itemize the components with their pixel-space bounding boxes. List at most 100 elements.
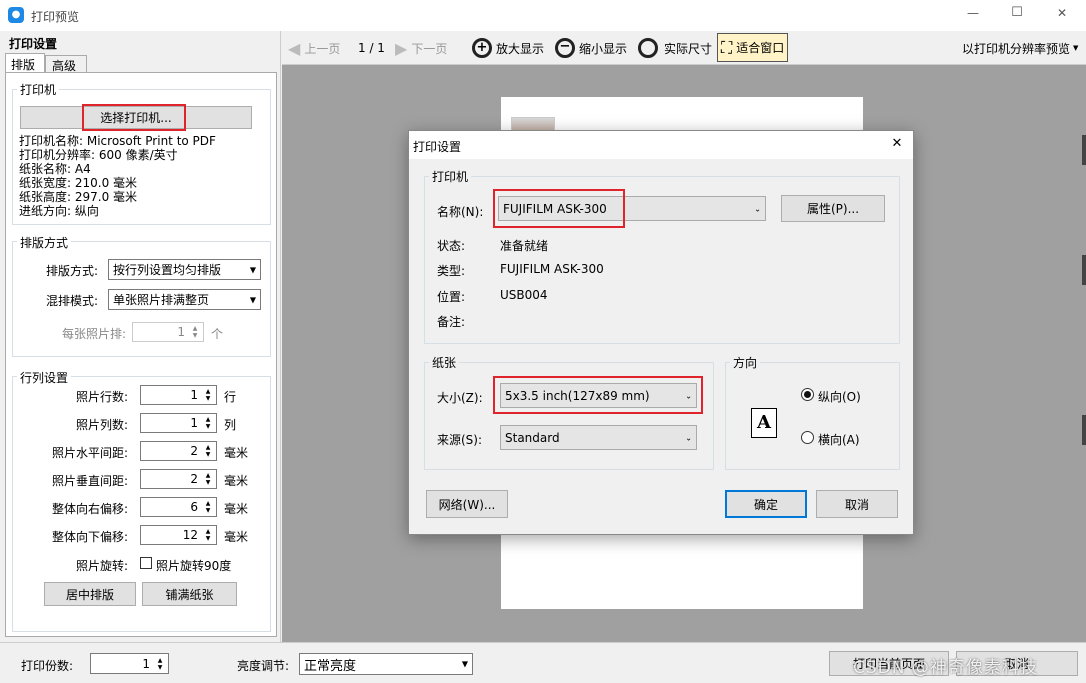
grid-row-spinner[interactable]: 12 ▲ ▼: [140, 525, 217, 545]
zoom-out-label: 缩小显示: [579, 41, 628, 56]
landscape-radio[interactable]: [801, 431, 814, 444]
grid-row-value: 12: [182, 528, 198, 542]
chevron-down-icon: ▼: [461, 659, 468, 669]
zoom-out-button[interactable]: − 缩小显示: [555, 34, 627, 62]
copies-value: 1: [142, 656, 150, 671]
chevron-down-icon: ▼: [249, 265, 256, 274]
grid-row-spinner[interactable]: 1 ▲ ▼: [140, 413, 217, 433]
page-orientation-glyph: A: [757, 412, 771, 433]
select-printer-highlight: [82, 104, 186, 131]
fit-window-button[interactable]: ⛶ 适合窗口: [717, 33, 789, 62]
rotate-checkbox-label: 照片旋转90度: [156, 559, 232, 573]
next-page-label: 下一页: [411, 41, 448, 56]
actual-size-button[interactable]: 实际尺寸: [638, 34, 712, 62]
status-label: 状态:: [437, 239, 466, 253]
magnifier-icon: [638, 38, 658, 58]
tab-layout[interactable]: 排版: [5, 53, 45, 73]
portrait-radio[interactable]: [801, 388, 814, 401]
panel-title: 打印设置: [9, 37, 58, 51]
minimize-button[interactable]: —: [958, 6, 988, 20]
grid-row-spinner[interactable]: 6 ▲ ▼: [140, 497, 217, 517]
paper-width-text: 纸张宽度: 210.0 毫米: [19, 176, 138, 190]
rotate-checkbox[interactable]: [140, 557, 152, 569]
fill-paper-button[interactable]: 铺满纸张: [142, 582, 237, 606]
copies-label: 打印份数:: [21, 659, 74, 673]
comment-label: 备注:: [437, 315, 466, 329]
name-label: 名称(N):: [437, 205, 484, 219]
grid-group-title: 行列设置: [17, 369, 72, 386]
grid-row-label: 照片行数:: [75, 390, 128, 404]
page-orientation-icon: A: [751, 408, 777, 438]
mix-mode-label: 混排模式:: [45, 294, 98, 308]
grid-row-spinner[interactable]: 2 ▲ ▼: [140, 469, 217, 489]
zoom-out-icon: −: [555, 38, 575, 58]
fit-window-icon: ⛶: [721, 37, 733, 57]
chevron-down-icon: ▼: [1073, 44, 1079, 52]
fit-window-label: 适合窗口: [736, 41, 785, 55]
source-label: 来源(S):: [437, 433, 483, 447]
per-sheet-value: 1: [177, 325, 185, 339]
printer-name-highlight: [493, 189, 625, 228]
page-indicator: 1 / 1: [358, 41, 385, 55]
spinner-arrows-icon[interactable]: ▲ ▼: [203, 386, 213, 404]
radio-dot-icon: [804, 391, 811, 398]
mix-mode-select[interactable]: 单张照片排满整页 ▼: [108, 289, 261, 310]
rotate-label: 照片旋转:: [75, 559, 128, 573]
prev-page-label: 上一页: [304, 41, 341, 56]
chevron-down-icon: ⌄: [754, 204, 761, 213]
spinner-arrows-icon[interactable]: ▲ ▼: [190, 323, 200, 341]
printer-group-title: 打印机: [17, 81, 60, 98]
brightness-label: 亮度调节:: [237, 659, 290, 673]
spinner-arrows-icon[interactable]: ▲ ▼: [203, 414, 213, 432]
per-sheet-spinner[interactable]: 1 ▲ ▼: [132, 322, 204, 342]
per-sheet-unit: 个: [211, 327, 224, 341]
brightness-select[interactable]: 正常亮度 ▼: [299, 653, 473, 675]
tab-content: 打印机 选择打印机... 打印机名称: Microsoft Print to P…: [5, 72, 277, 637]
spinner-arrows-icon[interactable]: ▲ ▼: [203, 442, 213, 460]
dialog-close-button[interactable]: ✕: [887, 136, 907, 151]
network-button[interactable]: 网络(W)...: [426, 490, 508, 518]
type-value: FUJIFILM ASK-300: [500, 262, 604, 276]
paper-source-select[interactable]: Standard ⌄: [500, 425, 697, 450]
layout-mode-select[interactable]: 按行列设置均匀排版 ▼: [108, 259, 261, 280]
grid-row-label: 照片列数:: [75, 418, 128, 432]
spinner-arrows-icon[interactable]: ▲ ▼: [203, 526, 213, 544]
spinner-arrows-icon[interactable]: ▲ ▼: [203, 470, 213, 488]
printer-resolution-text: 打印机分辨率: 600 像素/英寸: [19, 148, 178, 162]
center-layout-button[interactable]: 居中排版: [44, 582, 136, 606]
properties-button[interactable]: 属性(P)...: [781, 195, 885, 222]
toolbar: ◀ 上一页 1 / 1 ▶ 下一页 + 放大显示 − 缩小显示 实际尺寸 ⛶ 适合窗口 以…: [282, 31, 1086, 65]
actual-size-label: 实际尺寸: [664, 41, 713, 56]
landscape-label: 横向(A): [818, 433, 860, 447]
size-label: 大小(Z):: [437, 391, 483, 405]
spinner-arrows-icon[interactable]: ▲ ▼: [203, 498, 213, 516]
maximize-button[interactable]: ☐: [1002, 5, 1032, 20]
copies-spinner[interactable]: 1 ▲ ▼: [90, 653, 169, 674]
zoom-in-icon: +: [472, 38, 492, 58]
printer-info: 打印机名称: Microsoft Print to PDF 打印机分辨率: 60…: [19, 134, 216, 218]
zoom-in-label: 放大显示: [496, 41, 545, 56]
next-page-button[interactable]: ▶ 下一页: [395, 34, 447, 62]
resolution-preview-dropdown[interactable]: 以打印机分辨率预览 ▼: [962, 34, 1078, 62]
arrow-left-icon: ◀: [288, 38, 301, 58]
grid-row-spinner[interactable]: 1 ▲ ▼: [140, 385, 217, 405]
grid-row-unit: 毫米: [224, 502, 249, 516]
scroll-hint-3: [1082, 415, 1086, 445]
status-value: 准备就绪: [500, 239, 549, 253]
prev-page-button[interactable]: ◀ 上一页: [288, 34, 340, 62]
resolution-preview-label: 以打印机分辨率预览: [962, 41, 1071, 56]
brightness-value: 正常亮度: [304, 658, 357, 674]
grid-row-spinner[interactable]: 2 ▲ ▼: [140, 441, 217, 461]
spinner-arrows-icon[interactable]: ▲ ▼: [155, 654, 165, 673]
grid-row-label: 照片水平间距:: [51, 446, 128, 460]
grid-row-unit: 毫米: [224, 446, 249, 460]
zoom-in-button[interactable]: + 放大显示: [472, 34, 544, 62]
scroll-hint-2: [1082, 255, 1086, 285]
ok-button[interactable]: 确定: [725, 490, 807, 518]
tab-advanced[interactable]: 高级: [45, 55, 87, 73]
mix-mode-value: 单张照片排满整页: [113, 293, 210, 307]
dialog-cancel-button[interactable]: 取消: [816, 490, 898, 518]
chevron-down-icon: ▼: [249, 295, 256, 304]
grid-row-label: 整体向右偏移:: [51, 502, 128, 516]
close-button[interactable]: ✕: [1047, 6, 1077, 20]
